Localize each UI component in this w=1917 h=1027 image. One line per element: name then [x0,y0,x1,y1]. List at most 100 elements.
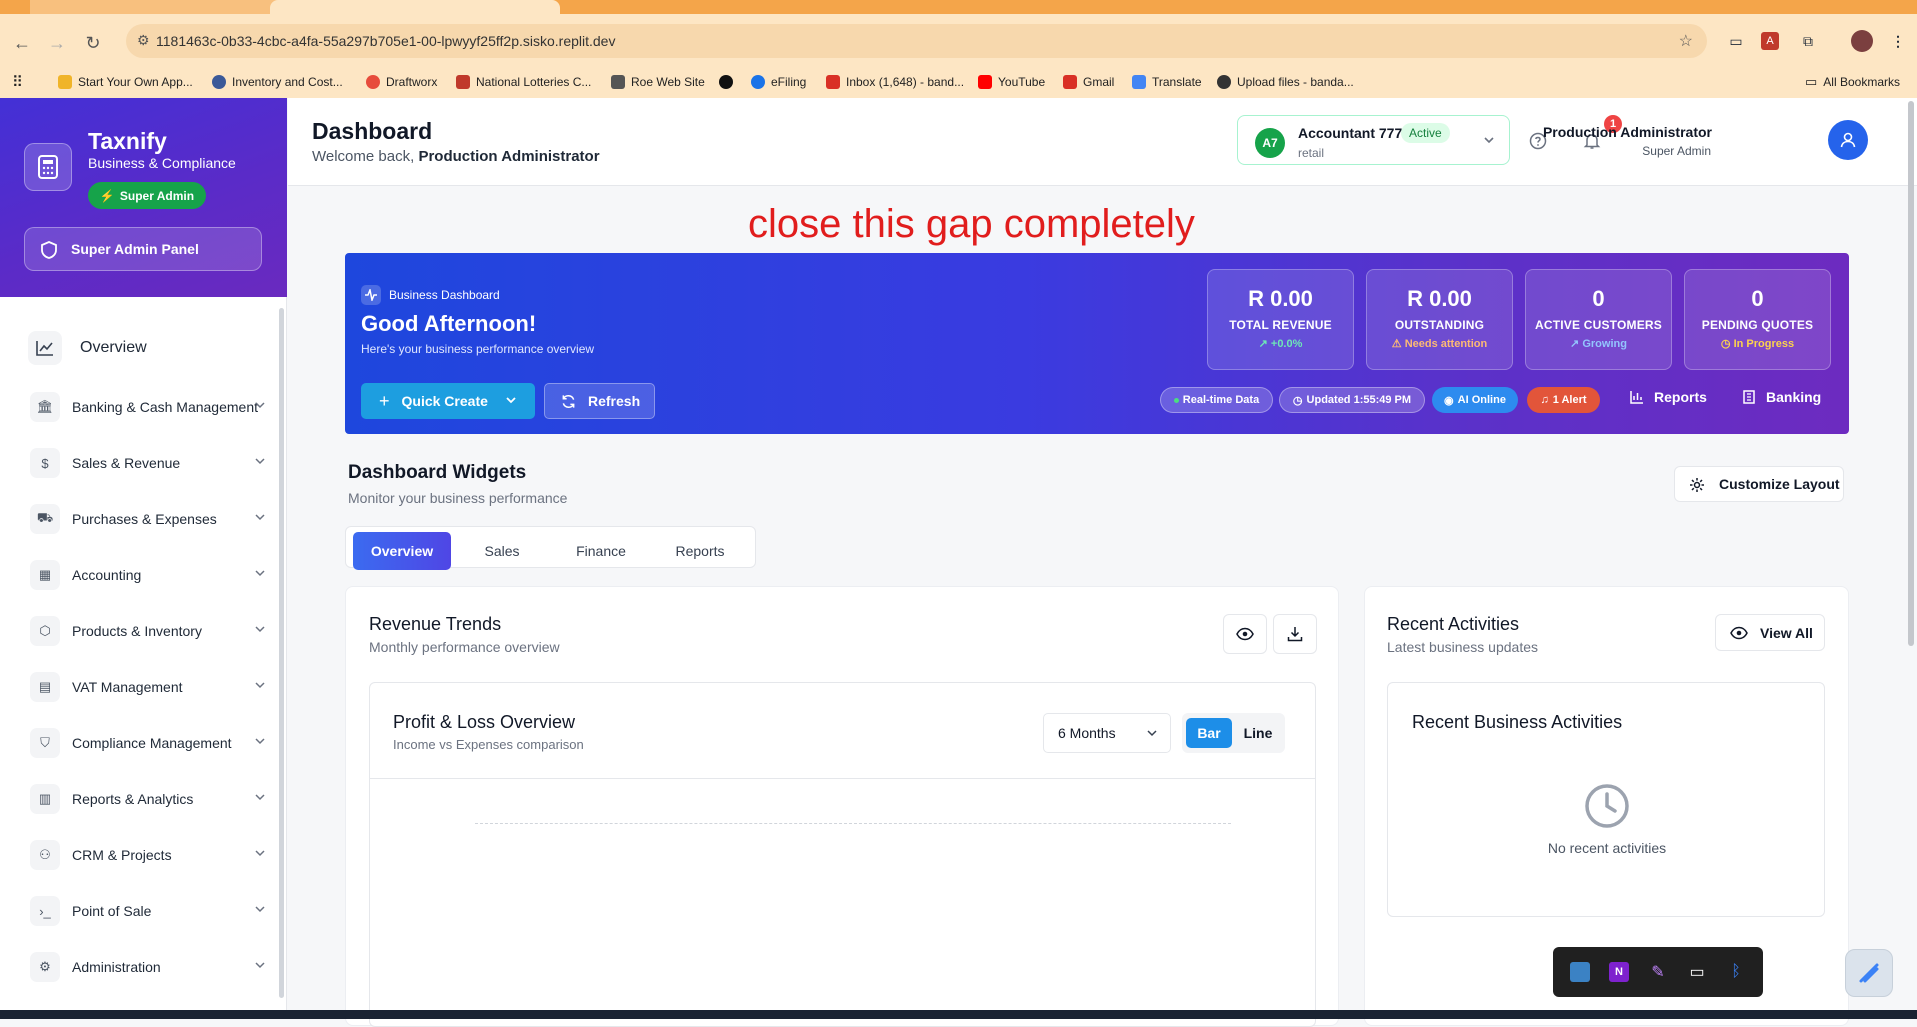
bar-chart-icon: ▥ [30,784,60,814]
bookmark-label: Start Your Own App... [78,75,193,89]
brand-name: Taxnify [88,128,167,154]
sidebar-item-overview[interactable]: Overview [28,328,147,368]
profile-avatar-icon[interactable] [1851,30,1873,52]
pl-title: Profit & Loss Overview [393,712,576,732]
bookmark[interactable]: Gmail [1063,72,1114,92]
window-icon[interactable]: ▭ [1687,962,1707,982]
sidebar-item-accounting[interactable]: ▦ Accounting [30,558,270,592]
user-avatar[interactable] [1828,120,1868,160]
check-circle-icon: ◉ [1444,394,1454,407]
chip-label: Real-time Data [1182,394,1260,406]
bookmark[interactable]: eFiling [751,72,806,92]
sidebar-item-sales-revenue[interactable]: $ Sales & Revenue [30,446,270,480]
bookmark-label: Upload files - banda... [1237,75,1354,89]
bookmark[interactable]: Roe Web Site [611,72,705,92]
bookmark[interactable]: Draftworx [366,72,437,92]
stat-card: R 0.00 OUTSTANDING ⚠ Needs attention [1366,269,1513,370]
bell-icon: ♫ [1540,394,1549,406]
alert-chip[interactable]: ♫ 1 Alert [1527,387,1600,413]
line-mode-button[interactable]: Line [1234,718,1282,748]
customize-layout-label: Customize Layout [1719,476,1840,492]
pen-tool-icon[interactable] [1845,949,1893,997]
sidebar-item-reports-analytics[interactable]: ▥ Reports & Analytics [30,782,270,816]
view-button[interactable] [1223,614,1267,654]
sidebar-item-banking-cash-management[interactable]: 🏛 Banking & Cash Management [30,390,270,424]
chevron-down-icon [255,682,265,689]
bookmark[interactable]: Inventory and Cost... [212,72,343,92]
sidebar-item-label: Overview [80,339,147,356]
forward-icon[interactable]: → [44,30,70,56]
banking-link[interactable]: Banking [1742,389,1821,405]
browser-tab-active[interactable] [270,0,560,14]
app-icon[interactable] [1570,962,1590,982]
sidebar-item-administration[interactable]: ⚙ Administration [30,950,270,984]
stat-card: R 0.00 TOTAL REVENUE ↗ +0.0% [1207,269,1354,370]
star-icon[interactable]: ☆ [1679,31,1693,51]
user-role: Super Admin [1642,144,1711,158]
site-info-icon[interactable]: ⚙ [137,32,150,49]
chevron-down-icon [255,458,265,465]
reload-icon[interactable]: ↻ [80,30,106,56]
bookmark[interactable] [719,72,733,92]
sidebar-scrollbar[interactable] [279,308,284,998]
bookmark[interactable]: Inbox (1,648) - band... [826,72,964,92]
translate-icon [1132,75,1146,89]
sidebar-item-products-inventory[interactable]: ⬡ Products & Inventory [30,614,270,648]
calculator-logo-icon [24,143,72,191]
bookmark[interactable]: Start Your Own App... [58,72,193,92]
tab-finance[interactable]: Finance [552,532,650,570]
gear-icon: ⚙ [30,952,60,982]
stat-value: 0 [1751,286,1764,311]
dashboard-banner: Business Dashboard Good Afternoon! Here'… [345,253,1849,434]
apps-icon[interactable]: ⠿ [12,72,23,92]
view-all-button[interactable]: View All [1715,614,1825,651]
status-dot-icon [1173,397,1179,403]
menu-icon[interactable]: ⋮ [1887,30,1909,52]
eye-icon [1730,626,1748,640]
bookmark-favicon-icon [456,75,470,89]
tab-sales[interactable]: Sales [453,532,551,570]
period-select[interactable]: 6 Months [1043,713,1171,753]
pdf-extension-icon[interactable]: A [1761,32,1779,50]
reports-link[interactable]: Reports [1630,389,1707,405]
bluetooth-icon[interactable]: ᛒ [1726,962,1746,982]
tab-overview[interactable]: Overview [353,532,451,570]
refresh-button[interactable]: Refresh [544,383,655,419]
sidebar-item-vat-management[interactable]: ▤ VAT Management [30,670,270,704]
sidebar-item-compliance-management[interactable]: ⛉ Compliance Management [30,726,270,760]
quick-create-button[interactable]: + Quick Create [361,383,535,419]
youtube-icon [978,75,992,89]
bookmark[interactable]: YouTube [978,72,1045,92]
extensions-icon[interactable]: ⧉ [1797,30,1819,52]
stat-label: OUTSTANDING [1394,318,1485,332]
tab-reports[interactable]: Reports [651,532,749,570]
address-bar[interactable]: ⚙ 1181463c-0b33-4cbc-a4fa-55a297b705e1-0… [126,24,1707,58]
users-icon: ⚇ [30,840,60,870]
stat-label: ACTIVE CUSTOMERS [1535,318,1662,332]
bar-mode-button[interactable]: Bar [1186,718,1232,748]
bookmark-label: Roe Web Site [631,75,705,89]
back-icon[interactable]: ← [9,30,35,56]
refresh-icon [562,394,575,408]
user-name: Production Administrator [1542,124,1712,140]
shield-icon [41,241,57,259]
bookmark[interactable]: Upload files - banda... [1217,72,1354,92]
sidebar-item-purchases-expenses[interactable]: ⛟ Purchases & Expenses [30,502,270,536]
widgets-subtitle: Monitor your business performance [348,490,568,506]
pen-icon[interactable]: ✎ [1648,962,1668,982]
download-icon [1287,627,1303,642]
sidebar-item-crm-projects[interactable]: ⚇ CRM & Projects [30,838,270,872]
download-button[interactable] [1273,614,1317,654]
chip-label: AI Online [1457,394,1506,406]
page-scrollbar[interactable] [1908,101,1914,646]
cast-icon[interactable]: ▭ [1725,30,1747,52]
all-bookmarks[interactable]: ▭ All Bookmarks [1805,72,1900,92]
sidebar-item-point-of-sale[interactable]: ›_ Point of Sale [30,894,270,928]
onenote-icon[interactable]: N [1609,962,1629,982]
building-icon [1743,390,1755,404]
bookmark[interactable]: National Lotteries C... [456,72,591,92]
customize-layout-button[interactable]: Customize Layout [1674,466,1844,502]
bookmark[interactable]: Translate [1132,72,1202,92]
super-admin-panel-button[interactable]: Super Admin Panel [24,227,262,271]
activities-panel: Recent Business Activities No recent act… [1387,682,1825,917]
